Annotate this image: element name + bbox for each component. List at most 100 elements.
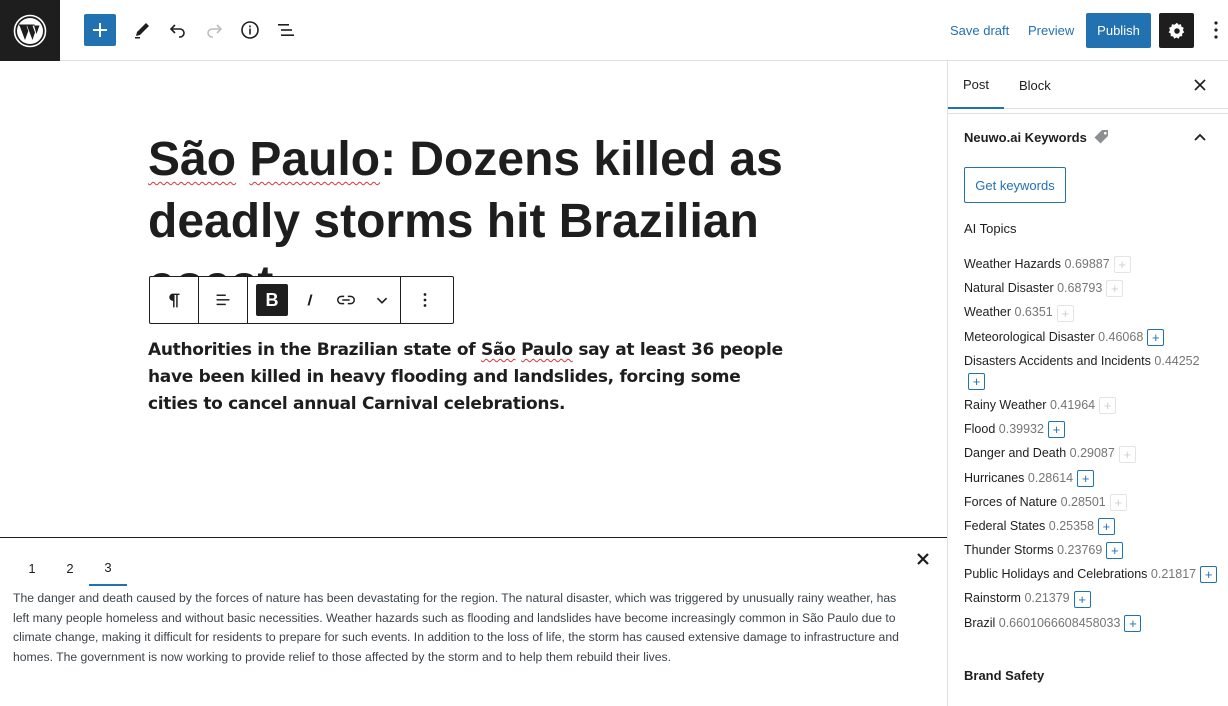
- undo-button[interactable]: [162, 14, 194, 46]
- suggestion-tab-3[interactable]: 3: [89, 550, 127, 586]
- brand-safety-heading[interactable]: Brand Safety: [964, 668, 1044, 683]
- add-topic-button[interactable]: +: [1073, 590, 1091, 608]
- suggestion-tab-2[interactable]: 2: [51, 550, 89, 586]
- topic-score: 0.69887: [1064, 257, 1110, 271]
- topic-name: Hurricanes: [964, 470, 1025, 485]
- topic-name: Disasters Accidents and Incidents: [964, 353, 1151, 368]
- add-topic-button[interactable]: +: [968, 372, 985, 390]
- neuwo-panel-toggle[interactable]: Neuwo.ai Keywords: [964, 128, 1111, 146]
- tag-icon: [1094, 130, 1108, 144]
- editor-canvas: São Paulo: Dozens killed as deadly storm…: [0, 61, 947, 537]
- close-settings-button[interactable]: [1190, 75, 1210, 95]
- topic-score: 0.21817: [1150, 567, 1197, 582]
- format-group: B: [248, 277, 401, 323]
- undo-icon: [169, 24, 185, 38]
- suggestion-text: The danger and death caused by the force…: [13, 591, 899, 664]
- options-button[interactable]: [1206, 16, 1226, 44]
- pencil-icon: [135, 23, 149, 39]
- block-toolbar: B: [149, 276, 454, 324]
- settings-sidebar: Post Block Neuwo.ai Keywords Get keyword…: [947, 61, 1228, 706]
- paragraph-block[interactable]: Authorities in the Brazilian state of Sã…: [148, 337, 788, 418]
- topic-name: Public Holidays and Celebrations: [964, 567, 1148, 582]
- wordpress-icon: [13, 14, 47, 47]
- more-format-button[interactable]: [364, 277, 400, 323]
- align-button[interactable]: [199, 277, 247, 323]
- options-group: [401, 277, 449, 323]
- topic-name: Brazil: [964, 615, 996, 630]
- add-topic-button[interactable]: +: [1099, 397, 1117, 415]
- block-options-button[interactable]: [401, 277, 449, 323]
- list-view-button[interactable]: [270, 14, 302, 46]
- add-topic-button[interactable]: +: [1106, 280, 1124, 298]
- paragraph-word-spellcheck: São: [481, 340, 516, 360]
- align-left-icon: [216, 294, 230, 306]
- suggestion-tab-1[interactable]: 1: [13, 550, 51, 586]
- neuwo-panel-title: Neuwo.ai Keywords: [964, 129, 1087, 145]
- topic-name: Meteorological Disaster: [964, 329, 1095, 344]
- topic-score: 0.46068: [1098, 329, 1144, 344]
- sidebar-divider: [948, 113, 1228, 114]
- add-topic-button[interactable]: +: [1056, 304, 1074, 322]
- topic-score: 0.44252: [1154, 353, 1200, 368]
- topic-item: Weather 0.6351 +: [964, 302, 1220, 322]
- add-topic-button[interactable]: +: [1118, 445, 1136, 463]
- italic-button[interactable]: [292, 277, 328, 323]
- topic-item: Forces of Nature 0.28501 +: [964, 492, 1220, 512]
- chevron-up-icon[interactable]: [1191, 129, 1209, 147]
- tab-block[interactable]: Block: [1004, 61, 1066, 109]
- info-icon: [241, 21, 259, 39]
- redo-button[interactable]: [198, 14, 230, 46]
- redo-icon: [207, 24, 223, 38]
- ai-topics-label: AI Topics: [964, 221, 1017, 236]
- block-type-group: [150, 277, 199, 323]
- topic-name: Rainy Weather: [964, 397, 1047, 412]
- editor-header: Save draft Preview Publish: [0, 0, 1228, 61]
- add-block-button[interactable]: [84, 14, 116, 46]
- add-topic-button[interactable]: +: [1124, 614, 1142, 632]
- settings-button[interactable]: [1159, 13, 1194, 48]
- topic-item: Danger and Death 0.29087 +: [964, 443, 1220, 463]
- suggestion-tabs: 1 2 3: [13, 550, 127, 586]
- title-word-spellcheck: Paulo: [249, 133, 381, 186]
- bold-button[interactable]: B: [256, 284, 288, 316]
- topic-score: 0.29087: [1069, 446, 1115, 461]
- alignment-group: [199, 277, 248, 323]
- more-vertical-icon: [1214, 21, 1218, 39]
- publish-button[interactable]: Publish: [1086, 13, 1151, 48]
- topic-score: 0.6601066608458033: [998, 615, 1121, 630]
- add-topic-button[interactable]: +: [1097, 518, 1115, 536]
- add-topic-button[interactable]: +: [1077, 469, 1095, 487]
- add-topic-button[interactable]: +: [1200, 566, 1218, 584]
- tab-post[interactable]: Post: [948, 61, 1004, 109]
- plus-icon: [93, 23, 107, 37]
- topic-item: Weather Hazards 0.69887 +: [964, 254, 1220, 274]
- add-topic-button[interactable]: +: [1047, 421, 1065, 439]
- tools-edit-button[interactable]: [126, 14, 158, 46]
- save-draft-button[interactable]: Save draft: [950, 23, 1009, 38]
- topic-item: Natural Disaster 0.68793 +: [964, 278, 1220, 298]
- topic-item: Rainstorm 0.21379 +: [964, 588, 1220, 608]
- close-icon: [917, 553, 929, 565]
- topic-score: 0.23769: [1057, 543, 1103, 558]
- preview-button[interactable]: Preview: [1028, 23, 1074, 38]
- add-topic-button[interactable]: +: [1109, 493, 1127, 511]
- paragraph-text: Authorities in the Brazilian state of: [148, 340, 481, 360]
- add-topic-button[interactable]: +: [1147, 328, 1165, 346]
- topic-item: Federal States 0.25358 +: [964, 516, 1220, 536]
- topic-score: 0.68793: [1057, 281, 1103, 296]
- paragraph-block-button[interactable]: [150, 277, 198, 323]
- add-topic-button[interactable]: +: [1106, 542, 1124, 560]
- topic-item: Meteorological Disaster 0.46068 +: [964, 327, 1220, 347]
- topic-name: Rainstorm: [964, 591, 1021, 606]
- link-button[interactable]: [328, 277, 364, 323]
- topic-name: Weather: [964, 305, 1012, 320]
- wordpress-logo[interactable]: [0, 0, 60, 61]
- suggestion-close-button[interactable]: [913, 549, 933, 569]
- close-icon: [1194, 79, 1206, 91]
- italic-icon: [307, 294, 313, 306]
- details-button[interactable]: [234, 14, 266, 46]
- add-topic-button[interactable]: +: [1113, 256, 1131, 274]
- topic-score: 0.6351: [1014, 305, 1053, 320]
- get-keywords-button[interactable]: Get keywords: [964, 167, 1066, 203]
- topic-score: 0.41964: [1049, 397, 1096, 412]
